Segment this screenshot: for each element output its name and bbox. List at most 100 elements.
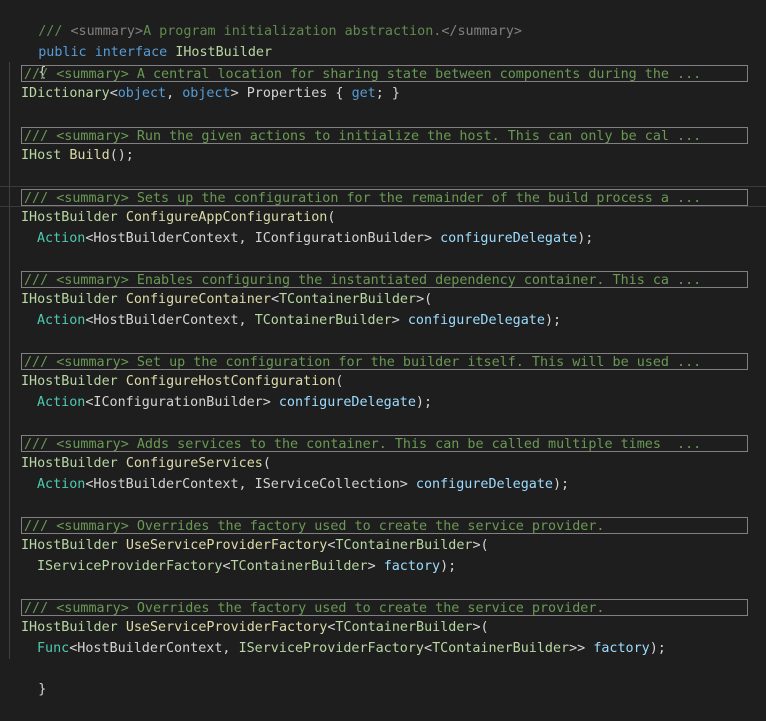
member-signature-line[interactable]: IHostBuilder UseServiceProviderFactory<T…: [21, 618, 489, 639]
code-token: TContainerBuilder: [335, 620, 473, 635]
folded-summary-comment[interactable]: /// <summary> Overrides the factory used…: [21, 517, 748, 534]
folded-summary-comment[interactable]: /// <summary> Sets up the configuration …: [21, 189, 748, 206]
member-parameter-line[interactable]: IServiceProviderFactory<TContainerBuilde…: [37, 557, 456, 578]
folded-summary-comment[interactable]: /// <summary> Overrides the factory used…: [21, 599, 748, 616]
folded-summary-comment[interactable]: /// <summary> A central location for sha…: [21, 65, 748, 82]
folded-summary-comment[interactable]: /// <summary> Enables configuring the in…: [21, 271, 748, 288]
code-token: TContainerBuilder: [254, 312, 392, 328]
member-parameter-line[interactable]: Action<HostBuilderContext, IConfiguratio…: [37, 229, 593, 250]
member-signature-line[interactable]: IHostBuilder ConfigureServices(: [21, 454, 271, 475]
code-token: );: [552, 476, 570, 492]
code-token: ();: [109, 148, 134, 163]
code-token: >(: [472, 620, 489, 635]
code-token: <HostBuilderContext,: [85, 230, 255, 246]
code-token: IHostBuilder: [21, 538, 118, 553]
code-token: >>: [569, 640, 594, 656]
code-token: TContainerBuilder: [432, 640, 570, 656]
code-token: ConfigureContainer: [125, 292, 271, 307]
summary-comment-line[interactable]: /// <summary>A program initialization ab…: [6, 1, 522, 39]
code-token: Build: [69, 148, 110, 163]
code-token: IHostBuilder: [21, 374, 118, 389]
code-token: Action: [37, 312, 86, 328]
code-token: );: [544, 312, 562, 328]
code-token: IServiceProviderFactory: [37, 558, 223, 574]
code-token: object: [182, 86, 231, 101]
code-token: configureDelegate: [415, 476, 553, 492]
code-token: UseServiceProviderFactory: [125, 538, 328, 553]
code-token: <HostBuilderContext, IServiceCollection>: [85, 476, 416, 492]
code-token: IHost: [21, 148, 62, 163]
code-token: ConfigureHostConfiguration: [125, 374, 336, 389]
member-parameter-line[interactable]: Action<HostBuilderContext, IServiceColle…: [37, 475, 569, 496]
code-token: <: [424, 640, 433, 656]
interface-declaration-line[interactable]: public interface IHostBuilder: [6, 22, 272, 60]
code-token: ConfigureServices: [125, 456, 263, 471]
current-line-highlight-bottom: [0, 206, 766, 207]
code-token: (: [327, 210, 336, 225]
code-token: TContainerBuilder: [279, 292, 417, 307]
code-token: IConfigurationBuilder: [254, 230, 424, 246]
code-token: IHostBuilder: [21, 620, 118, 635]
code-token: (: [262, 456, 271, 471]
code-token: > Properties {: [230, 86, 352, 101]
code-token: IHostBuilder: [21, 292, 118, 307]
interface-name: IHostBuilder: [175, 44, 273, 60]
keyword-interface: interface: [94, 44, 168, 60]
code-token: object: [117, 86, 167, 101]
code-token: <: [222, 558, 231, 574]
code-token: factory: [383, 558, 441, 574]
code-token: Action: [37, 394, 86, 410]
code-token: configureDelegate: [278, 394, 416, 410]
code-token: <HostBuilderContext,: [85, 312, 255, 328]
code-token: <IConfigurationBuilder>: [85, 394, 279, 410]
code-token: <: [270, 292, 279, 307]
code-token: get: [351, 86, 376, 101]
folded-summary-comment[interactable]: /// <summary> Adds services to the conta…: [21, 435, 748, 452]
member-signature-line[interactable]: IHostBuilder ConfigureAppConfiguration(: [21, 208, 335, 229]
code-token: >(: [416, 292, 433, 307]
code-token: TContainerBuilder: [230, 558, 368, 574]
code-token: IHostBuilder: [21, 456, 118, 471]
member-signature-line[interactable]: IHostBuilder ConfigureContainer<TContain…: [21, 290, 432, 311]
member-signature-line[interactable]: IHostBuilder ConfigureHostConfiguration(: [21, 372, 343, 393]
open-brace-line[interactable]: {: [6, 42, 46, 80]
folded-summary-comment[interactable]: /// <summary> Set up the configuration f…: [21, 353, 748, 370]
folded-summary-comment[interactable]: /// <summary> Run the given actions to i…: [21, 127, 748, 144]
current-line-highlight-top: [0, 186, 766, 187]
code-token: Func: [37, 640, 70, 656]
code-token: (: [335, 374, 344, 389]
code-token: factory: [593, 640, 650, 656]
code-token: );: [577, 230, 594, 246]
code-token: configureDelegate: [440, 230, 578, 246]
member-signature-line[interactable]: IDictionary<object, object> Properties {…: [21, 84, 400, 105]
code-token: );: [440, 558, 457, 574]
member-signature-line[interactable]: IHost Build();: [21, 146, 134, 167]
code-token: UseServiceProviderFactory: [125, 620, 328, 635]
code-token: ConfigureAppConfiguration: [125, 210, 328, 225]
code-token: ,: [166, 86, 183, 101]
code-token: ; }: [375, 86, 400, 101]
member-parameter-line[interactable]: Func<HostBuilderContext, IServiceProvide…: [37, 639, 666, 660]
summary-close-tag: </summary>: [441, 23, 522, 39]
code-token: IServiceProviderFactory: [238, 640, 424, 656]
code-token: >: [367, 558, 384, 574]
code-token: >: [391, 312, 408, 328]
indent-guide: [9, 62, 10, 659]
member-signature-line[interactable]: IHostBuilder UseServiceProviderFactory<T…: [21, 536, 489, 557]
member-parameter-line[interactable]: Action<IConfigurationBuilder> configureD…: [37, 393, 432, 414]
member-parameter-line[interactable]: Action<HostBuilderContext, TContainerBui…: [37, 311, 561, 332]
code-token: IHostBuilder: [21, 210, 118, 225]
code-token: >: [424, 230, 441, 246]
code-token: );: [649, 640, 666, 656]
code-token: IDictionary: [21, 86, 110, 101]
code-editor[interactable]: /// <summary>A program initialization ab…: [0, 0, 766, 697]
close-brace-line[interactable]: }: [6, 659, 46, 697]
code-token: configureDelegate: [407, 312, 545, 328]
close-brace: }: [38, 681, 47, 697]
